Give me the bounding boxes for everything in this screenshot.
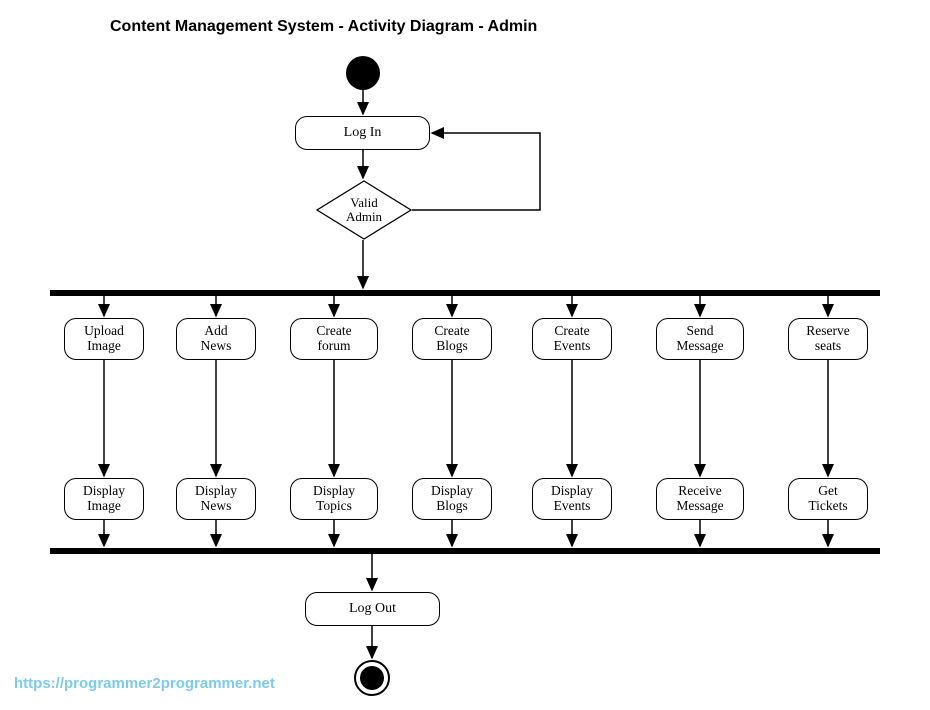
label: Create forum [316, 324, 351, 354]
activity-login: Log In [295, 116, 430, 150]
initial-node-icon [346, 56, 380, 90]
label: Upload Image [84, 324, 124, 354]
activity-logout-label: Log Out [349, 601, 396, 617]
activity-reserve-seats: Reserve seats [788, 318, 868, 360]
activity-display-blogs: Display Blogs [412, 478, 492, 520]
label: Display Events [551, 484, 593, 514]
activity-add-news: Add News [176, 318, 256, 360]
label: Reserve seats [806, 324, 849, 354]
label: Create Events [554, 324, 591, 354]
activity-upload-image: Upload Image [64, 318, 144, 360]
watermark-url: https://programmer2programmer.net [14, 675, 275, 692]
label: Get Tickets [808, 484, 847, 514]
label: Display News [195, 484, 237, 514]
activity-login-label: Log In [344, 125, 382, 141]
activity-create-blogs: Create Blogs [412, 318, 492, 360]
activity-receive-message: Receive Message [656, 478, 744, 520]
activity-send-message: Send Message [656, 318, 744, 360]
label: Receive Message [676, 484, 723, 514]
fork-bar [50, 290, 880, 296]
activity-display-image: Display Image [64, 478, 144, 520]
label: Display Image [83, 484, 125, 514]
label: Send Message [676, 324, 723, 354]
activity-display-topics: Display Topics [290, 478, 378, 520]
activity-get-tickets: Get Tickets [788, 478, 868, 520]
final-node-icon [354, 660, 390, 696]
activity-display-news: Display News [176, 478, 256, 520]
label: Add News [201, 324, 232, 354]
diagram-title: Content Management System - Activity Dia… [110, 18, 537, 36]
activity-create-forum: Create forum [290, 318, 378, 360]
activity-display-events: Display Events [532, 478, 612, 520]
label: Display Topics [313, 484, 355, 514]
label: Create Blogs [434, 324, 469, 354]
activity-logout: Log Out [305, 592, 440, 626]
activity-create-events: Create Events [532, 318, 612, 360]
decision-label: Valid Admin [346, 196, 382, 225]
join-bar [50, 548, 880, 554]
decision-valid-admin: Valid Admin [316, 180, 412, 240]
label: Display Blogs [431, 484, 473, 514]
